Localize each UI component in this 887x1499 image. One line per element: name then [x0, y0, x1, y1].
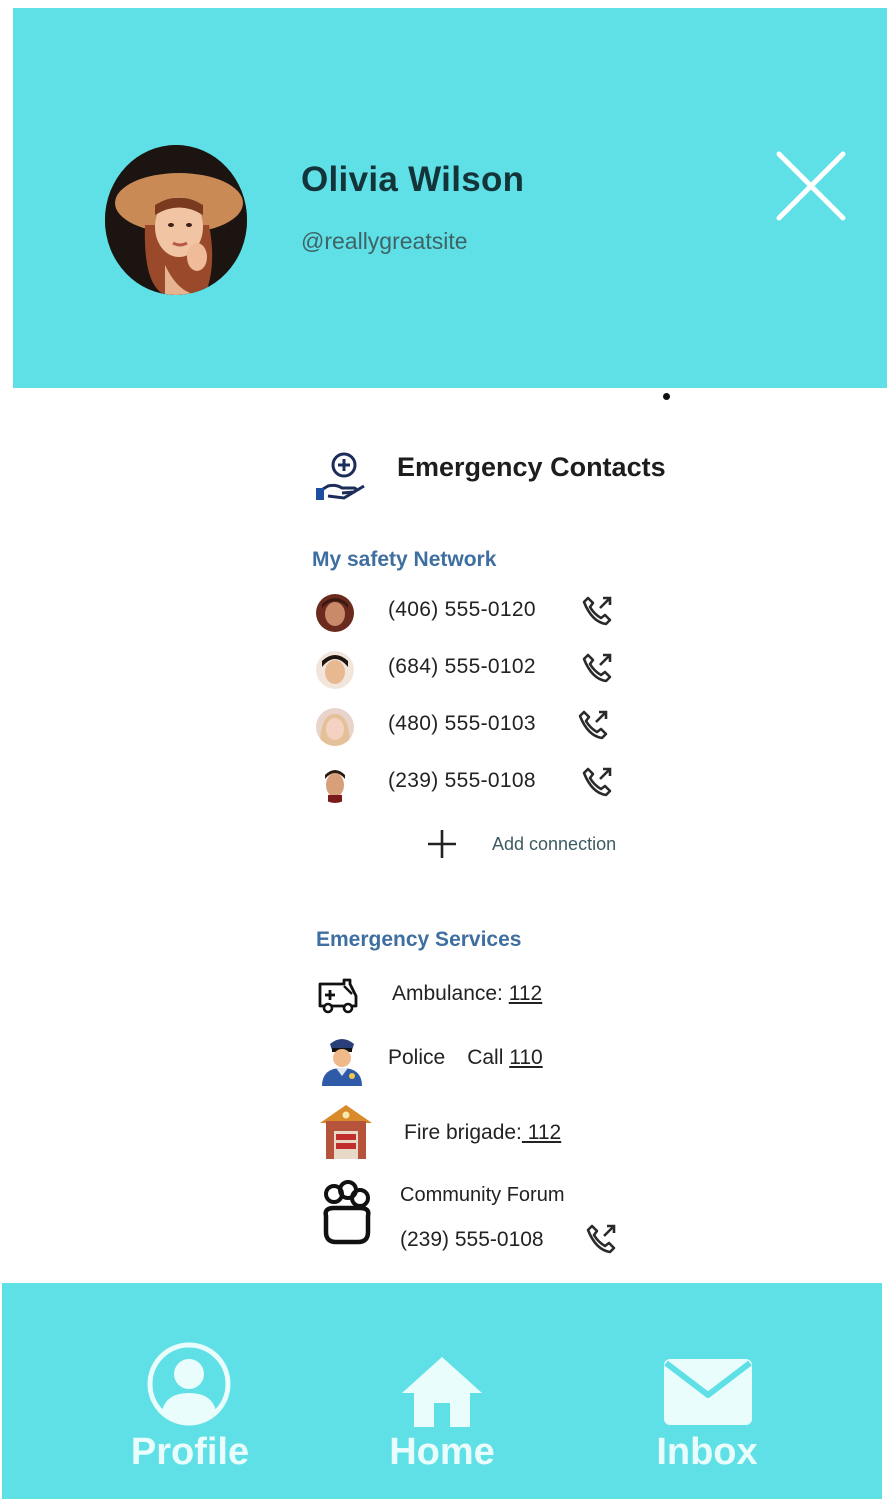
- community-forum-label: Community Forum: [400, 1184, 565, 1206]
- police-label: Police Call 110: [388, 1046, 543, 1069]
- fire-brigade-label: Fire brigade: 112: [404, 1121, 562, 1144]
- community-forum-phone: (239) 555-0108: [400, 1228, 544, 1251]
- nav-profile-label: Profile: [130, 1431, 250, 1473]
- close-icon: [776, 151, 846, 221]
- contact-phone: (239) 555-0108: [388, 769, 536, 792]
- close-button[interactable]: [773, 148, 849, 224]
- contact-row: (480) 555-0103: [316, 706, 626, 746]
- emergency-services-heading: Emergency Services: [316, 928, 522, 951]
- ambulance-label: Ambulance: 112: [392, 982, 543, 1005]
- contact-avatar[interactable]: [316, 594, 354, 632]
- contact-phone: (406) 555-0120: [388, 598, 536, 621]
- add-connection-button[interactable]: Add connection: [424, 826, 639, 864]
- call-icon[interactable]: [580, 765, 614, 799]
- contact-avatar[interactable]: [316, 708, 354, 746]
- contact-avatar[interactable]: [316, 765, 354, 803]
- nav-inbox[interactable]: Inbox: [607, 1283, 807, 1499]
- service-ambulance[interactable]: Ambulance: 112: [316, 974, 576, 1018]
- call-icon[interactable]: [584, 1222, 618, 1256]
- contact-avatar[interactable]: [316, 651, 354, 689]
- call-icon[interactable]: [580, 594, 614, 628]
- profile-photo: [105, 145, 247, 295]
- hand-medical-icon: [314, 448, 370, 504]
- community-group-icon: [323, 1180, 371, 1245]
- nav-profile[interactable]: Profile: [90, 1283, 290, 1499]
- safety-network-heading: My safety Network: [312, 548, 497, 571]
- profile-header: Olivia Wilson @reallygreatsite: [13, 8, 887, 388]
- add-connection-label: Add connection: [492, 834, 617, 854]
- contact-row: (684) 555-0102: [316, 649, 626, 689]
- police-officer-icon: [322, 1039, 362, 1086]
- page-indicator-dot: [663, 393, 670, 400]
- contact-phone: (684) 555-0102: [388, 655, 536, 678]
- service-community-forum[interactable]: Community Forum (239) 555-0108: [316, 1180, 626, 1254]
- call-icon[interactable]: [576, 708, 610, 742]
- emergency-contacts-title: Emergency Contacts: [397, 452, 666, 482]
- profile-handle: @reallygreatsite: [301, 228, 468, 254]
- fire-brigade-number: 112: [521, 1121, 562, 1144]
- plus-icon: [428, 830, 456, 858]
- call-icon[interactable]: [580, 651, 614, 685]
- contact-phone: (480) 555-0103: [388, 712, 536, 735]
- nav-home[interactable]: Home: [342, 1283, 542, 1499]
- profile-name: Olivia Wilson: [301, 160, 525, 199]
- home-icon: [402, 1357, 482, 1427]
- nav-home-label: Home: [389, 1431, 495, 1473]
- nav-inbox-label: Inbox: [656, 1431, 758, 1473]
- service-fire-brigade[interactable]: Fire brigade: 112: [316, 1103, 596, 1161]
- service-police[interactable]: Police Call 110: [316, 1034, 576, 1086]
- user-icon: [147, 1342, 231, 1426]
- bottom-nav: Profile Home Inbox: [2, 1283, 882, 1499]
- ambulance-icon: [318, 978, 358, 1014]
- ambulance-number: 112: [508, 982, 543, 1005]
- profile-avatar[interactable]: [105, 145, 247, 295]
- fire-station-icon: [320, 1105, 372, 1159]
- contact-row: (239) 555-0108: [316, 763, 626, 803]
- police-number: 110: [509, 1046, 543, 1069]
- contact-row: (406) 555-0120: [316, 592, 626, 632]
- mail-icon: [664, 1359, 752, 1425]
